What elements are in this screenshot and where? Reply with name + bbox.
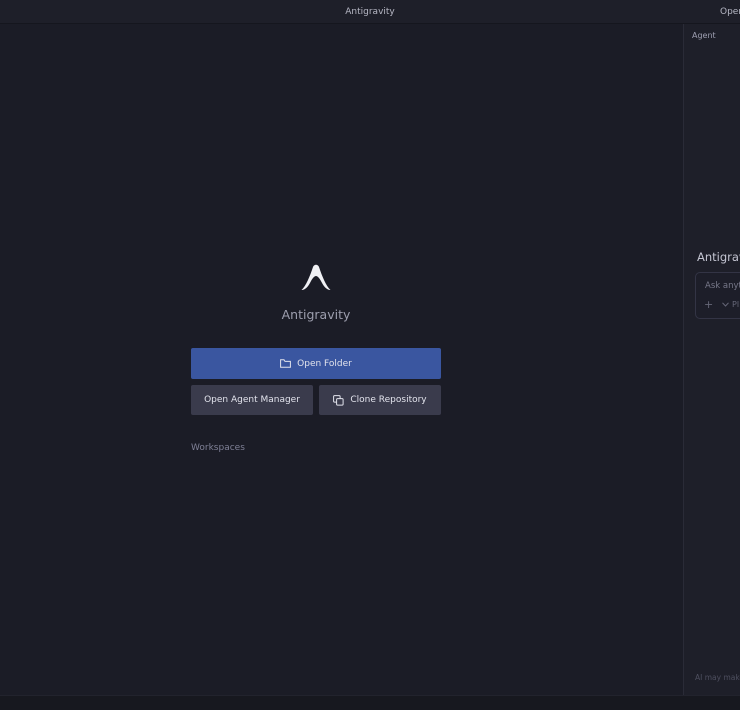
mode-label: Pl <box>732 300 740 309</box>
plus-icon[interactable]: + <box>704 299 713 311</box>
open-folder-button[interactable]: Open Folder <box>191 348 441 379</box>
open-agent-manager-label: Open Agent Manager <box>204 395 300 405</box>
workspaces-heading: Workspaces <box>191 443 245 453</box>
app-name: Antigravity <box>281 307 351 322</box>
agent-panel: Agent Antigrav Ask anyth + Pl AI may mak… <box>683 24 740 695</box>
copy-icon <box>333 394 344 406</box>
window-title: Antigravity <box>345 7 395 17</box>
title-bar-open-menu[interactable]: Open <box>720 0 740 24</box>
open-agent-manager-button[interactable]: Open Agent Manager <box>191 385 313 415</box>
clone-repository-button[interactable]: Clone Repository <box>319 385 441 415</box>
status-bar <box>0 695 740 710</box>
chat-input-placeholder: Ask anyth <box>705 281 740 291</box>
antigravity-logo <box>301 264 331 290</box>
ai-disclaimer: AI may make <box>695 673 740 682</box>
agent-panel-label: Agent <box>692 31 716 40</box>
folder-icon <box>280 359 292 368</box>
agent-panel-title: Antigrav <box>697 250 740 264</box>
agent-chat-input[interactable]: Ask anyth + Pl <box>695 272 740 319</box>
clone-repository-label: Clone Repository <box>350 395 427 405</box>
mode-selector[interactable]: Pl <box>722 300 739 309</box>
chevron-down-icon <box>722 302 729 307</box>
open-folder-label: Open Folder <box>297 358 352 369</box>
title-bar: Antigravity Open <box>0 0 740 24</box>
